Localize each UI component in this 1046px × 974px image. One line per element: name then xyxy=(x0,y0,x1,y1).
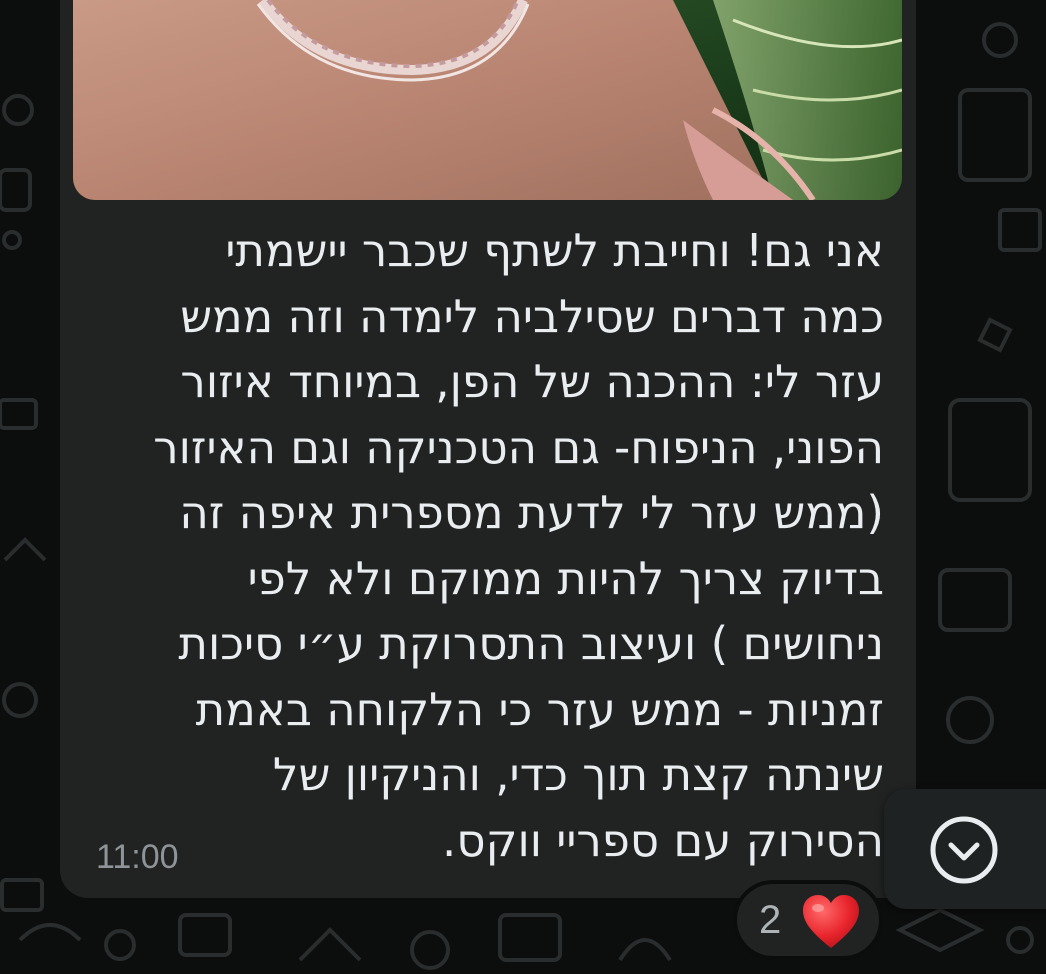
message-line: זמניות - ממש עזר כי הלקוחה באמת xyxy=(195,682,884,736)
message-text: אני גם! וחייבת לשתף שכבר יישמתי כמה דברים… xyxy=(100,218,884,873)
message-photo[interactable] xyxy=(73,0,902,200)
reaction-count: 2 xyxy=(759,898,782,942)
reaction-badge[interactable]: 2 xyxy=(733,880,883,960)
heart-emoji-icon xyxy=(803,895,859,948)
message-line: הפוני, הניפוח- גם הטכניקה וגם האיזור xyxy=(153,420,884,474)
message-line: הסירוק עם ספריי ווקס. xyxy=(442,813,884,867)
message-line: בדיוק צריך להיות ממוקם ולא לפי xyxy=(247,551,884,605)
message-timestamp: 11:00 xyxy=(96,838,179,876)
message-line: כמה דברים שסילביה לימדה וזה ממש xyxy=(180,289,884,343)
message-line: שינתה קצת תוך כדי, והניקיון של xyxy=(272,748,884,801)
message-line: ניחושים ) ועיצוב התסרוקת ע״י סיכות xyxy=(178,617,884,670)
scroll-down-button[interactable] xyxy=(884,789,1046,909)
message-line: (ממש עזר לי לדעת מספרית איפה זה xyxy=(179,486,884,539)
message-line: אני גם! וחייבת לשתף שכבר יישמתי xyxy=(225,224,884,277)
chevron-down-circle-icon xyxy=(930,816,998,884)
photo-image xyxy=(73,0,902,200)
message-line: עזר לי: ההכנה של הפן, במיוחד איזור xyxy=(180,355,884,408)
